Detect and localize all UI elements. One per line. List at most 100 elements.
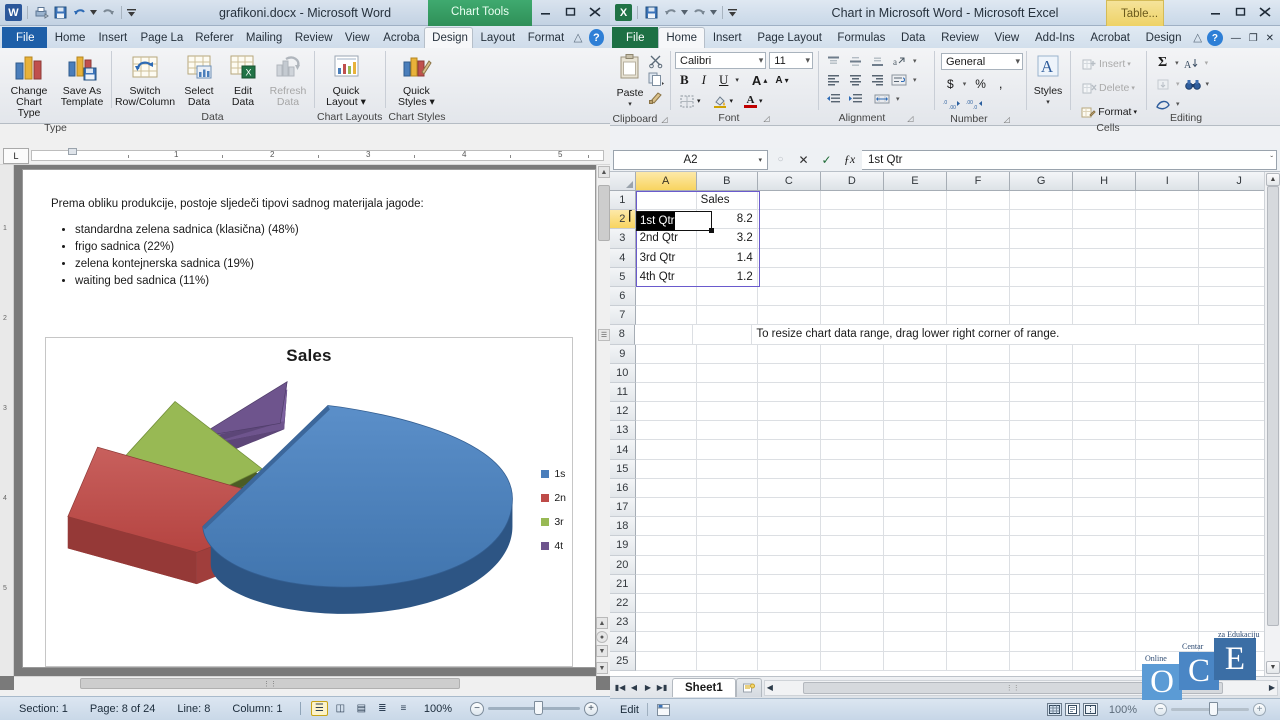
cell-c25[interactable]	[757, 651, 821, 671]
cell-e15[interactable]	[883, 459, 947, 479]
document-body[interactable]: Prema obliku produkcije, postoje sljedeč…	[23, 170, 595, 287]
cell-e12[interactable]	[883, 402, 947, 422]
zoom-in-button[interactable]: +	[584, 701, 598, 716]
column-header-i[interactable]: I	[1136, 172, 1200, 191]
excel-tab-acrobat[interactable]: Acrobat	[1082, 27, 1137, 48]
format-cells-button[interactable]: Format ▾	[1077, 102, 1141, 122]
cell-d19[interactable]	[820, 536, 884, 556]
table-row[interactable]: 13	[610, 421, 1280, 441]
formula-input[interactable]: 1st Qtr ˇ	[862, 149, 1277, 170]
row-header-3[interactable]: 3	[610, 229, 636, 249]
fill-color-button[interactable]: ▾	[708, 91, 738, 111]
cell-a23[interactable]	[635, 613, 697, 633]
cell-h24[interactable]	[1073, 632, 1137, 652]
cell-c6[interactable]	[757, 286, 821, 307]
sheet-tab-sheet1[interactable]: Sheet1	[672, 678, 736, 697]
cell-b7[interactable]	[696, 306, 758, 326]
table-row[interactable]: 1 Sales	[610, 191, 1280, 211]
cell-f5[interactable]	[946, 267, 1011, 287]
excel-tab-review[interactable]: Review	[933, 27, 986, 48]
cell-f13[interactable]	[946, 421, 1011, 441]
cell-e19[interactable]	[883, 536, 947, 556]
refresh-data-button[interactable]: Refresh Data	[265, 50, 311, 111]
excel-tab-insert[interactable]: Insert	[705, 27, 750, 48]
undo-dropdown-icon[interactable]	[681, 5, 688, 21]
cell-h18[interactable]	[1073, 517, 1137, 537]
confirm-entry-button[interactable]: ✓	[816, 150, 837, 170]
cell-f15[interactable]	[946, 459, 1011, 479]
cell-i23[interactable]	[1136, 613, 1200, 633]
cell-b1[interactable]: Sales	[696, 191, 758, 211]
cell-g7[interactable]	[1010, 306, 1074, 326]
column-header-b[interactable]: B	[696, 172, 758, 191]
cell-d16[interactable]	[820, 478, 884, 498]
column-header-d[interactable]: D	[820, 172, 884, 191]
insert-cells-button[interactable]: Insert ▾	[1077, 54, 1141, 74]
table-row[interactable]: 4 3rd Qtr 1.4	[610, 248, 1280, 268]
insert-worksheet-button[interactable]	[735, 678, 762, 697]
cell-i5[interactable]	[1136, 267, 1200, 287]
delete-cells-button[interactable]: Delete ▾	[1077, 78, 1141, 98]
excel-zoom-knob[interactable]	[1209, 702, 1218, 716]
full-screen-reading-view-button[interactable]: ◫	[332, 701, 349, 716]
cell-g21[interactable]	[1010, 574, 1074, 594]
cell-a16[interactable]	[635, 478, 697, 498]
word-close-button[interactable]	[584, 3, 606, 20]
cell-f2[interactable]	[946, 210, 1011, 230]
scroll-up-button[interactable]: ▲	[598, 166, 610, 178]
hscroll-right-arrow[interactable]: ▶	[1269, 683, 1275, 692]
cell-h4[interactable]	[1073, 248, 1137, 268]
cell-c12[interactable]	[757, 402, 821, 422]
cell-e7[interactable]	[883, 306, 947, 326]
cell-e5[interactable]	[883, 267, 947, 287]
table-row[interactable]: 18	[610, 517, 1280, 537]
excel-tab-view[interactable]: View	[987, 27, 1028, 48]
excel-vscroll-thumb[interactable]	[1267, 186, 1279, 626]
cell-a11[interactable]	[635, 382, 697, 403]
cell-a7[interactable]	[635, 306, 697, 326]
cell-i15[interactable]	[1136, 459, 1200, 479]
cell-a19[interactable]	[635, 536, 697, 556]
cell-i10[interactable]	[1136, 363, 1200, 383]
excel-app-icon[interactable]: X	[615, 4, 632, 21]
hscroll-left-arrow[interactable]: ◀	[767, 683, 773, 692]
document-page[interactable]: Prema obliku produkcije, postoje sljedeč…	[22, 169, 596, 668]
cell-i24[interactable]	[1136, 632, 1200, 652]
italic-button[interactable]: I	[696, 71, 712, 89]
cell-a22[interactable]	[635, 593, 697, 614]
table-row[interactable]: 20	[610, 555, 1280, 575]
find-dropdown-icon[interactable]: ▾	[1206, 80, 1210, 88]
row-header-21[interactable]: 21	[610, 574, 636, 594]
customize-qat-icon[interactable]	[127, 5, 136, 21]
cell-c17[interactable]	[757, 498, 821, 518]
page-break-preview-button[interactable]	[1082, 703, 1098, 716]
comma-style-button[interactable]: ,	[995, 74, 1007, 93]
cell-i1[interactable]	[1136, 191, 1200, 211]
cell-b22[interactable]	[696, 593, 758, 614]
cell-h16[interactable]	[1073, 478, 1137, 498]
cell-f23[interactable]	[946, 613, 1011, 633]
tab-layout[interactable]: Layout	[473, 27, 520, 48]
cell-e21[interactable]	[883, 574, 947, 594]
excel-minimize-ribbon-icon[interactable]: △	[1189, 27, 1206, 48]
cell-g2[interactable]	[1010, 210, 1074, 230]
cell-b12[interactable]	[696, 402, 758, 422]
cell-d15[interactable]	[820, 459, 884, 479]
cell-e22[interactable]	[883, 593, 947, 614]
excel-zoom-in-button[interactable]: +	[1253, 703, 1266, 716]
excel-horizontal-scrollbar[interactable]: ◀ ⋮⋮ ▶	[763, 679, 1278, 696]
wrap-dropdown-icon[interactable]: ▾	[913, 76, 917, 84]
cell-a6[interactable]	[635, 286, 697, 307]
cell-c13[interactable]	[757, 421, 821, 441]
cell-g15[interactable]	[1010, 459, 1074, 479]
cell-e16[interactable]	[883, 478, 947, 498]
cell-c5[interactable]	[757, 267, 821, 287]
name-box[interactable]: A2 ▾	[613, 149, 768, 170]
save-as-template-button[interactable]: Save As Template	[56, 50, 108, 111]
cell-c11[interactable]	[757, 382, 821, 403]
orientation-dropdown-icon[interactable]: ▾	[913, 57, 917, 65]
cell-f19[interactable]	[946, 536, 1011, 556]
change-chart-type-button[interactable]: Change Chart Type	[3, 50, 55, 122]
zoom-knob[interactable]	[534, 701, 543, 715]
cell-d3[interactable]	[820, 229, 884, 249]
